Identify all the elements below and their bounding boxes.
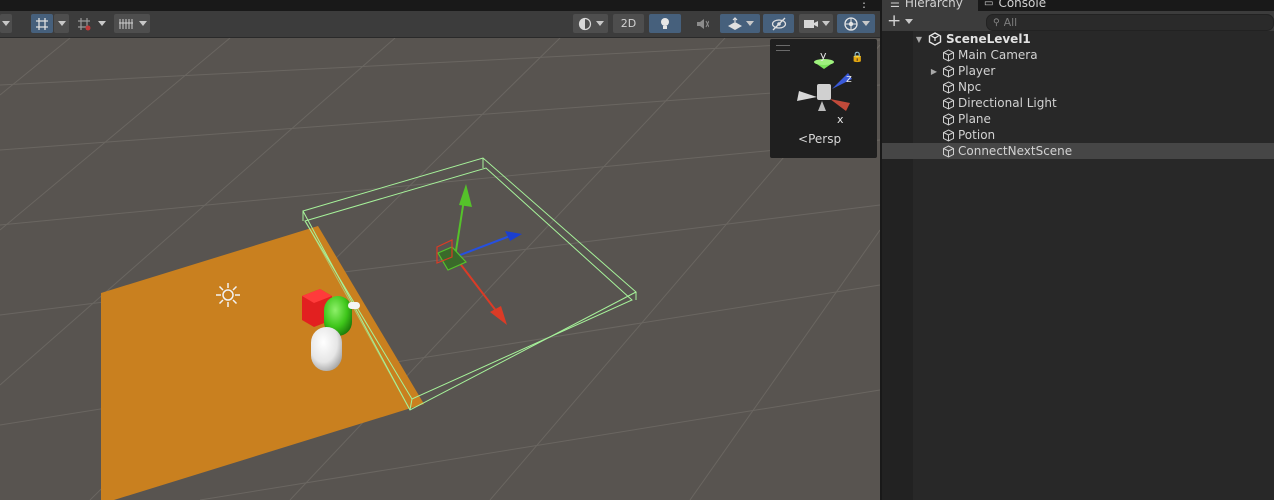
gameobject-cube-icon (943, 128, 954, 142)
increment-snap-icon (77, 17, 90, 30)
axis-z-label: z (846, 72, 852, 85)
grid-snap-icon (36, 17, 48, 30)
shading-mode-icon (578, 17, 591, 30)
hierarchy-item-main-camera[interactable]: Main Camera (882, 47, 1274, 63)
projection-label: Persp (808, 132, 842, 146)
increment-snap-dropdown[interactable] (95, 14, 109, 33)
scene-viewport[interactable] (0, 38, 880, 500)
axis-y-label: y (820, 49, 827, 62)
item-label: Directional Light (958, 96, 1057, 110)
hierarchy-item-npc[interactable]: Npc (882, 79, 1274, 95)
2d-mode-label: 2D (620, 17, 637, 30)
chevron-down-icon (595, 21, 604, 26)
lighting-toggle-button[interactable] (649, 14, 681, 33)
lighting-icon (661, 17, 669, 29)
grid-snap-dropdown[interactable] (54, 14, 69, 33)
hierarchy-toolbar: + ⚲ (882, 11, 1274, 31)
move-tool-gizmo[interactable] (436, 184, 522, 325)
2d-mode-button[interactable]: 2D (613, 14, 644, 33)
hierarchy-item-directional-light[interactable]: Directional Light (882, 95, 1274, 111)
chevron-down-icon (57, 21, 66, 26)
scene-view-panel: ⋮ 2D 🔒 y z x <Persp (0, 0, 880, 500)
perspective-icon: < (798, 132, 809, 146)
item-label: ConnectNextScene (958, 144, 1073, 158)
tab-console[interactable]: ▭ Console (984, 0, 1064, 11)
chevron-down-icon (821, 21, 830, 26)
scene-root-row[interactable]: ▼ SceneLevel1 (882, 31, 1274, 47)
panel-tab-bar: ☰ Hierarchy ▭ Console (882, 0, 1274, 11)
plus-icon: + (887, 10, 902, 31)
grid-snap-button[interactable] (31, 14, 53, 33)
projection-toggle[interactable]: <Persp (798, 132, 841, 146)
tab-console-label: Console (998, 0, 1047, 10)
potion-object[interactable] (311, 327, 342, 371)
grid-visibility-icon (118, 18, 133, 29)
hierarchy-search[interactable]: ⚲ (986, 14, 1274, 31)
scene-orientation-gizmo[interactable]: 🔒 y z x <Persp (770, 39, 877, 158)
gizmos-button[interactable] (837, 14, 875, 33)
camera-icon (803, 19, 818, 28)
item-label: Player (958, 64, 996, 78)
audio-toggle-button[interactable] (686, 14, 718, 33)
scene-toolbar: 2D (0, 11, 880, 38)
gameobject-cube-icon (943, 144, 954, 158)
grid-visibility-button[interactable] (114, 14, 150, 33)
scene-visibility-icon (771, 17, 786, 30)
console-icon: ▭ (984, 0, 994, 9)
hierarchy-item-connect-next-scene[interactable]: ConnectNextScene (882, 143, 1274, 159)
item-label: Plane (958, 112, 991, 126)
effects-button[interactable] (720, 14, 760, 33)
axis-x-label: x (837, 113, 844, 126)
create-object-button[interactable]: + (886, 12, 914, 30)
gameobject-cube-icon (943, 48, 954, 62)
scene-name-label: SceneLevel1 (946, 32, 1031, 46)
gameobject-cube-icon (943, 96, 954, 110)
search-input[interactable] (999, 16, 1244, 29)
shading-mode-button[interactable] (573, 14, 608, 33)
chevron-down-icon (905, 18, 914, 24)
audio-icon (697, 18, 709, 29)
chevron-down-icon (861, 21, 870, 26)
chevron-down-icon (2, 21, 10, 26)
hierarchy-item-plane[interactable]: Plane (882, 111, 1274, 127)
effects-icon (727, 16, 742, 30)
chevron-down-icon (98, 21, 106, 26)
gameobject-cube-icon (943, 112, 954, 126)
search-icon: ⚲ (993, 17, 1000, 28)
scene-canvas[interactable] (0, 38, 880, 500)
item-label: Main Camera (958, 48, 1038, 62)
chevron-down-icon (745, 21, 754, 26)
item-label: Potion (958, 128, 996, 142)
orientation-axes[interactable]: y z x (770, 39, 877, 129)
camera-settings-button[interactable] (799, 14, 833, 33)
hierarchy-item-player[interactable]: ▶ Player (882, 63, 1274, 79)
increment-snap-button[interactable] (73, 14, 95, 33)
hierarchy-item-potion[interactable]: Potion (882, 127, 1274, 143)
scene-visibility-button[interactable] (763, 14, 794, 33)
plane-object[interactable] (101, 226, 424, 500)
fold-closed-icon[interactable]: ▶ (929, 66, 939, 76)
unity-scene-icon (928, 32, 942, 46)
fold-open-icon[interactable]: ▼ (914, 34, 924, 44)
tab-hierarchy[interactable]: ☰ Hierarchy (882, 0, 978, 11)
list-icon: ☰ (890, 0, 900, 10)
hierarchy-panel: ☰ Hierarchy ▭ Console + ⚲ ▼ SceneLevel1 Ma… (882, 0, 1274, 500)
chevron-down-icon (138, 21, 147, 26)
transform-dropdown-button[interactable] (0, 14, 12, 33)
more-options-icon[interactable]: ⋮ (858, 0, 870, 10)
gameobject-cube-icon (943, 64, 954, 78)
tab-hierarchy-label: Hierarchy (904, 0, 963, 10)
gizmos-icon (843, 16, 858, 31)
item-label: Npc (958, 80, 982, 94)
gameobject-cube-icon (943, 80, 954, 94)
